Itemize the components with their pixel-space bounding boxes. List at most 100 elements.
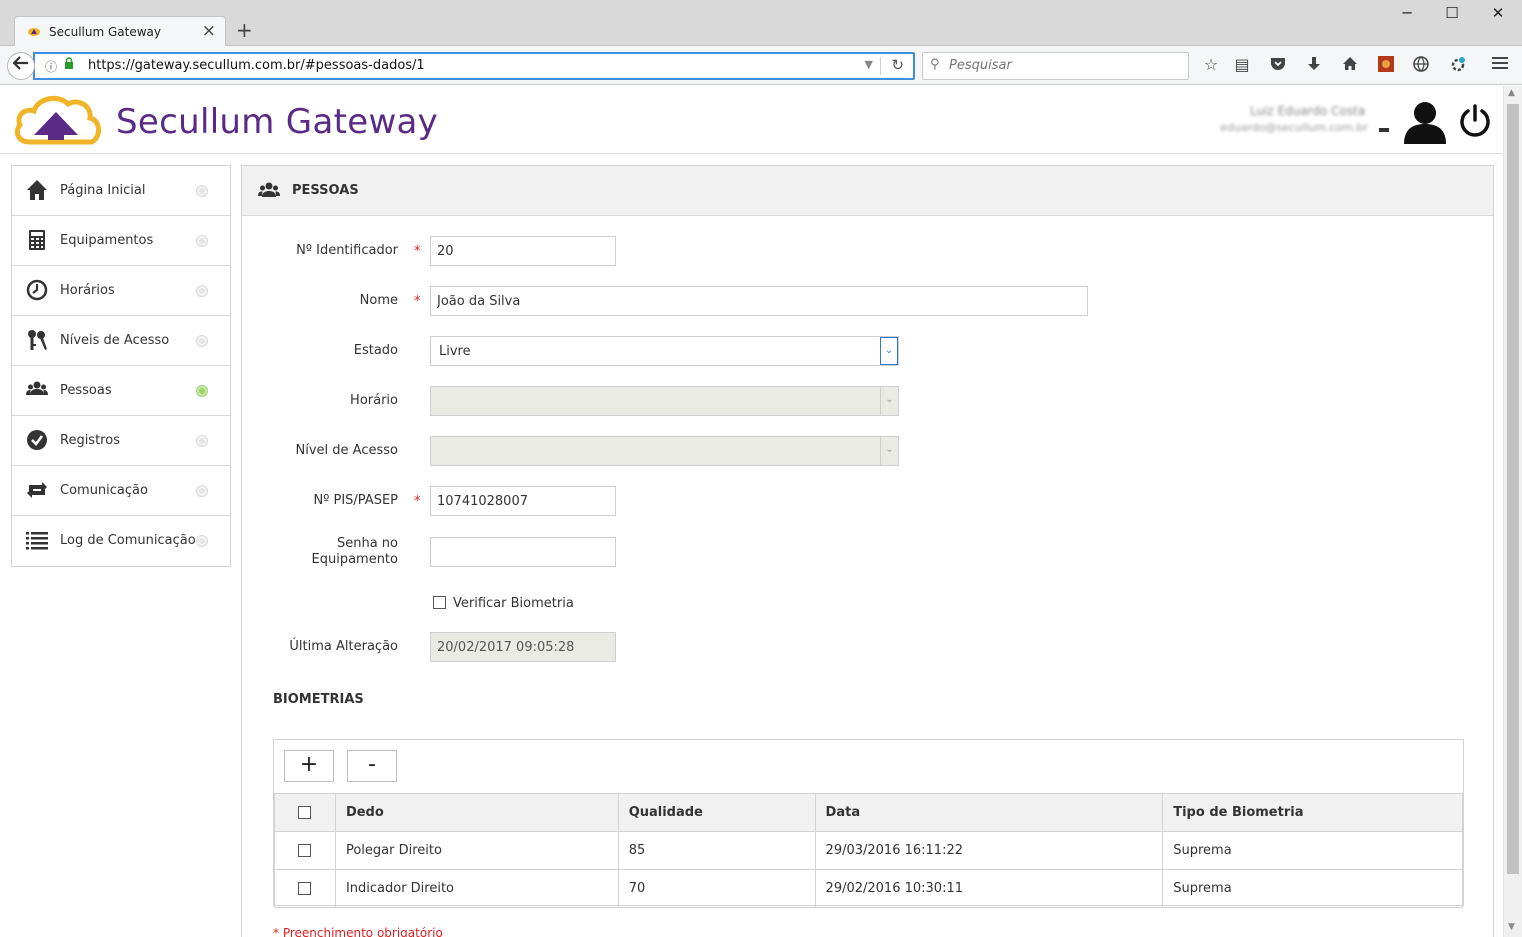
user-name: Luiz Eduardo Costa bbox=[1250, 104, 1366, 118]
sidebar-item-pagina-inicial[interactable]: Página Inicial bbox=[12, 166, 230, 216]
sidebar-item-pessoas[interactable]: Pessoas bbox=[12, 366, 230, 416]
addon-icon[interactable] bbox=[1376, 56, 1396, 76]
senha-input[interactable] bbox=[430, 537, 616, 567]
sidebar-item-comunicacao[interactable]: Comunicação bbox=[12, 466, 230, 516]
menu-icon[interactable] bbox=[1490, 56, 1510, 74]
power-logout-icon[interactable] bbox=[1458, 104, 1492, 138]
required-asterisk: * bbox=[414, 294, 421, 309]
downloads-icon[interactable] bbox=[1304, 56, 1324, 76]
table-row[interactable]: Indicador Direito 70 29/02/2016 10:30:11… bbox=[274, 869, 1463, 908]
nivel-acesso-select[interactable]: ⌄ bbox=[430, 436, 899, 466]
column-header-qualidade[interactable]: Qualidade bbox=[617, 793, 816, 832]
back-arrow-icon bbox=[12, 56, 28, 70]
pis-label: Nº PIS/PASEP bbox=[313, 493, 399, 508]
cell-tipo: Suprema bbox=[1162, 869, 1463, 908]
sidebar-item-equipamentos[interactable]: Equipamentos bbox=[12, 216, 230, 266]
senha-label-line2: Equipamento bbox=[311, 552, 399, 567]
required-asterisk: * bbox=[414, 494, 421, 509]
search-input[interactable] bbox=[949, 58, 1179, 73]
user-menu-caret-icon[interactable] bbox=[1379, 128, 1389, 132]
close-window-icon[interactable]: ✕ bbox=[1487, 4, 1509, 22]
row-checkbox[interactable] bbox=[298, 844, 312, 857]
verificar-biometria-checkbox[interactable] bbox=[433, 596, 446, 609]
clock-icon bbox=[26, 279, 48, 301]
maximize-icon[interactable]: ☐ bbox=[1441, 4, 1463, 22]
page-scrollbar[interactable]: ▲ ▼ bbox=[1503, 86, 1522, 937]
back-button[interactable] bbox=[7, 52, 35, 80]
globe-icon[interactable] bbox=[1411, 56, 1431, 76]
scroll-up-icon[interactable]: ▲ bbox=[1508, 88, 1515, 98]
sidebar-item-label: Equipamentos bbox=[60, 233, 154, 248]
sidebar-item-log-de-comunicacao[interactable]: Log de Comunicação bbox=[12, 516, 230, 566]
estado-select[interactable]: Livre ⌄ bbox=[430, 336, 899, 366]
pis-input[interactable] bbox=[430, 486, 616, 516]
bookmark-star-icon[interactable]: ☆ bbox=[1201, 56, 1221, 74]
tab-close-icon[interactable]: × bbox=[202, 21, 216, 41]
status-dot bbox=[197, 436, 207, 446]
sidebar-item-horarios[interactable]: Horários bbox=[12, 266, 230, 316]
verificar-biometria-label[interactable]: Verificar Biometria bbox=[453, 596, 574, 611]
biometrias-title: BIOMETRIAS bbox=[273, 692, 364, 707]
horario-select[interactable]: ⌄ bbox=[430, 386, 899, 416]
table-row[interactable]: Polegar Direito 85 29/03/2016 16:11:22 S… bbox=[274, 831, 1463, 870]
panel-title: PESSOAS bbox=[292, 183, 359, 198]
pocket-icon[interactable] bbox=[1268, 56, 1288, 75]
scroll-down-icon[interactable]: ▼ bbox=[1508, 922, 1515, 932]
cell-tipo: Suprema bbox=[1162, 831, 1463, 870]
check-circle-icon bbox=[27, 430, 47, 450]
identificador-input[interactable] bbox=[430, 236, 616, 266]
remove-biometria-button[interactable]: - bbox=[347, 750, 397, 782]
estado-value: Livre bbox=[439, 344, 471, 359]
sync-icon bbox=[27, 482, 47, 498]
row-checkbox[interactable] bbox=[298, 882, 312, 895]
keys-icon bbox=[28, 330, 47, 350]
browser-tab[interactable]: Secullum Gateway × bbox=[14, 16, 226, 46]
browser-nav-bar: ⓘ https://gateway.secullum.com.br/#pesso… bbox=[0, 46, 1522, 85]
cell-qualidade: 85 bbox=[617, 831, 816, 870]
new-tab-icon[interactable]: + bbox=[236, 18, 253, 42]
lock-icon bbox=[64, 57, 74, 72]
chevron-down-icon: ⌄ bbox=[880, 387, 898, 415]
url-dropdown-icon[interactable]: ▼ bbox=[865, 58, 873, 71]
reading-list-icon[interactable]: ▤ bbox=[1232, 56, 1252, 74]
select-all-checkbox[interactable] bbox=[298, 806, 312, 819]
sidebar-item-label: Registros bbox=[60, 433, 120, 448]
url-text[interactable]: https://gateway.secullum.com.br/#pessoas… bbox=[88, 58, 425, 73]
settings-icon[interactable] bbox=[1448, 56, 1468, 78]
column-header-dedo[interactable]: Dedo bbox=[334, 793, 619, 832]
scroll-thumb[interactable] bbox=[1507, 104, 1519, 874]
chevron-down-icon[interactable]: ⌄ bbox=[880, 337, 898, 365]
home-icon[interactable] bbox=[1340, 56, 1360, 75]
tab-title: Secullum Gateway bbox=[49, 25, 161, 39]
sidebar-item-label: Horários bbox=[60, 283, 115, 298]
column-header-data[interactable]: Data bbox=[814, 793, 1164, 832]
status-dot bbox=[197, 536, 207, 546]
app-title: Secullum Gateway bbox=[116, 102, 439, 142]
cell-data: 29/03/2016 16:11:22 bbox=[814, 831, 1164, 870]
nome-input[interactable] bbox=[430, 286, 1088, 316]
cell-dedo: Polegar Direito bbox=[334, 831, 619, 870]
cell-qualidade: 70 bbox=[617, 869, 816, 908]
minimize-icon[interactable]: ─ bbox=[1396, 4, 1418, 22]
sidebar-item-registros[interactable]: Registros bbox=[12, 416, 230, 466]
panel-header: PESSOAS bbox=[242, 166, 1493, 216]
table-header-row: Dedo Qualidade Data Tipo de Biometria bbox=[274, 793, 1463, 832]
sidebar-item-niveis-de-acesso[interactable]: Níveis de Acesso bbox=[12, 316, 230, 366]
sidebar-item-label: Comunicação bbox=[60, 483, 148, 498]
cell-data: 29/02/2016 10:30:11 bbox=[814, 869, 1164, 908]
horario-label: Horário bbox=[350, 393, 398, 408]
url-separator bbox=[880, 57, 881, 75]
required-asterisk: * bbox=[414, 244, 421, 259]
status-dot bbox=[197, 286, 207, 296]
search-bar[interactable]: ⚲ bbox=[922, 52, 1189, 80]
address-bar[interactable]: ⓘ https://gateway.secullum.com.br/#pesso… bbox=[33, 52, 915, 80]
user-avatar-icon[interactable] bbox=[1402, 100, 1448, 144]
reload-icon[interactable]: ↻ bbox=[891, 56, 904, 74]
add-biometria-button[interactable]: + bbox=[284, 750, 334, 782]
info-icon[interactable]: ⓘ bbox=[45, 58, 57, 75]
row-select-cell bbox=[274, 869, 336, 908]
status-dot bbox=[197, 236, 207, 246]
column-header-tipo[interactable]: Tipo de Biometria bbox=[1162, 793, 1463, 832]
secullum-logo-icon[interactable] bbox=[12, 92, 102, 148]
estado-label: Estado bbox=[353, 343, 398, 358]
